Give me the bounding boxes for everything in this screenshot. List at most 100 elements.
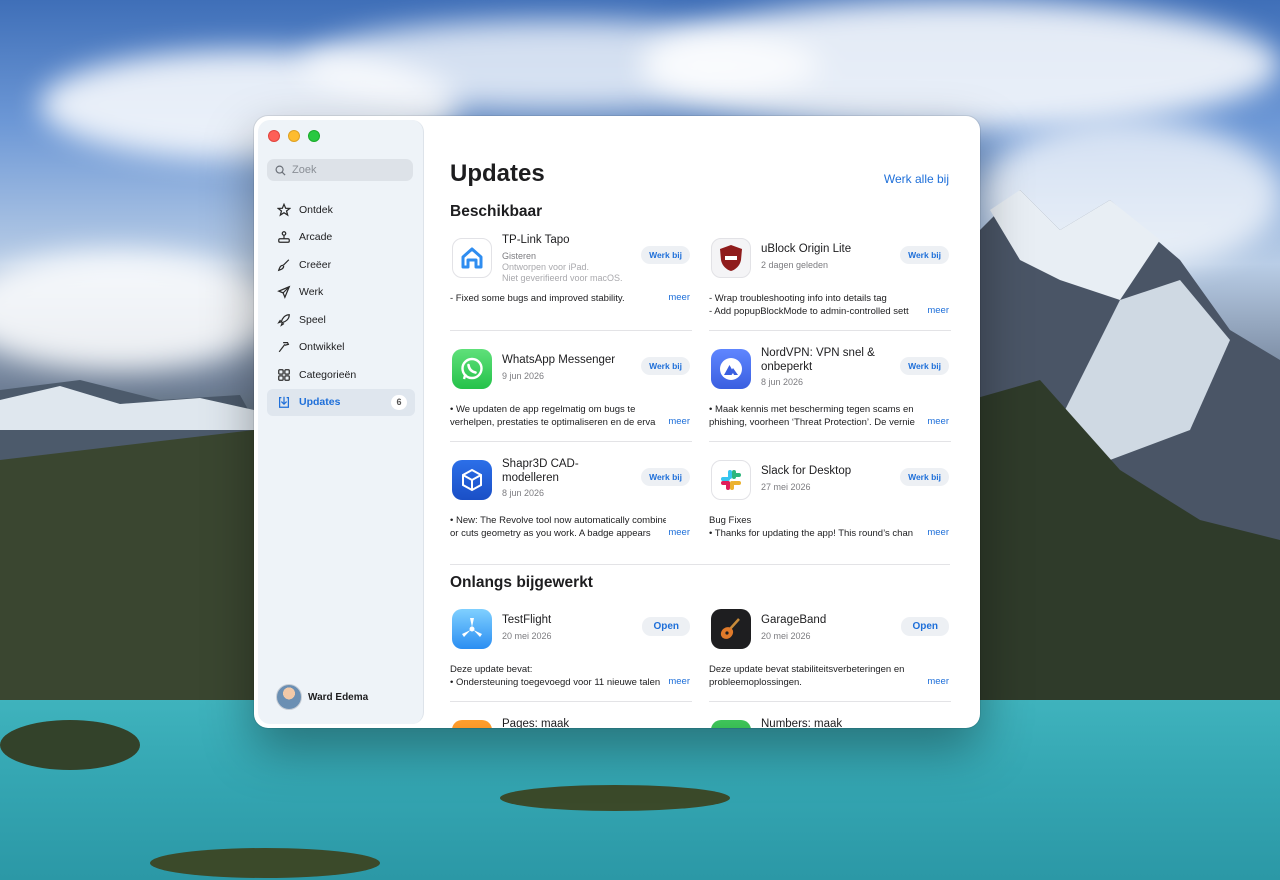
sidebar-item-label: Werk [299,286,324,299]
release-notes: • New: The Revolve tool now automaticall… [450,514,666,540]
sidebar-item-label: Creëer [299,258,332,271]
minimize-window-button[interactable] [288,130,300,142]
release-notes-line: • Thanks for updating the app! This roun… [709,528,914,539]
update-all-button[interactable]: Werk alle bij [884,172,949,186]
update-button[interactable]: Werk bij [641,357,690,375]
more-link[interactable]: meer [665,676,690,687]
section-divider [450,564,950,565]
search-input[interactable] [292,164,402,176]
release-notes: - Wrap troubleshooting info into details… [709,292,925,318]
app-name: TP-Link Tapo [502,234,570,246]
window-controls [268,130,320,142]
app-name: Slack for Desktop [761,465,852,477]
release-notes: Deze update bevat stabiliteitsverbeterin… [709,663,925,689]
app-name: TestFlight [502,614,552,626]
joystick-icon [278,231,290,244]
app-name: Shapr3D CAD-modelleren [502,458,579,484]
release-notes: • We updaten de app regelmatig om bugs t… [450,403,666,429]
app-name: Pages: maak [502,718,570,728]
sidebar-item-speel[interactable]: Speel [267,306,415,334]
main-content: Updates Werk alle bij Beschikbaar TP-Lin… [450,116,980,728]
compatibility-note: Niet geverifieerd voor macOS. [502,273,623,283]
release-notes-line: • Maak kennis met bescherming tegen scam… [709,404,914,415]
release-notes: Bug Fixes • Thanks for updating the app!… [709,514,925,540]
divider [709,701,951,702]
sidebar-item-label: Arcade [299,231,333,244]
release-notes-line: or cuts geometry as you work. A badge ap… [450,528,651,539]
numbers-app-icon [711,720,751,728]
more-link[interactable]: meer [924,305,949,316]
update-card-whatsapp: WhatsApp Messenger 9 jun 2026 Werk bij •… [450,341,692,452]
release-notes: - Fixed some bugs and improved stability… [450,292,666,305]
sidebar-item-werk[interactable]: Werk [267,279,415,307]
compatibility-note: Ontworpen voor iPad. [502,261,590,272]
testflight-app-icon [452,609,492,649]
zoom-window-button[interactable] [308,130,320,142]
release-notes-line: - Wrap troubleshooting info into details… [709,293,887,304]
update-date: 20 mei 2026 [761,630,811,641]
release-notes-line: Bug Fixes [709,515,752,526]
updates-count-badge: 6 [391,394,407,410]
section-title-recent: Onlangs bijgewerkt [450,574,593,591]
sidebar-item-ontwikkel[interactable]: Ontwikkel [267,334,415,362]
update-button[interactable]: Werk bij [641,246,690,264]
more-link[interactable]: meer [924,527,949,538]
slack-app-icon [711,460,751,500]
paperplane-icon [277,285,291,300]
release-notes-line: verhelpen, prestaties te optimaliseren e… [450,417,656,428]
search-field[interactable] [267,159,413,181]
more-link[interactable]: meer [924,416,949,427]
more-link[interactable]: meer [665,292,690,303]
garageband-guitar-icon [711,609,751,649]
release-notes-line: Deze update bevat stabiliteitsverbeterin… [709,664,905,675]
more-link[interactable]: meer [665,416,690,427]
sidebar-item-ontdek[interactable]: Ontdek [267,196,415,224]
more-link[interactable]: meer [665,527,690,538]
open-button[interactable]: Open [901,617,949,636]
search-icon [275,165,286,176]
update-date: 8 jun 2026 [502,488,545,498]
release-notes-line: • We updaten de app regelmatig om bugs t… [450,404,636,415]
update-card-slack: Slack for Desktop 27 mei 2026 Werk bij B… [709,452,951,563]
divider [450,330,692,331]
open-button[interactable]: Open [642,617,690,636]
sidebar-item-label: Speel [299,313,326,326]
sidebar-item-updates[interactable]: Updates 6 [267,388,415,416]
sidebar-item-label: Categorieën [299,368,357,381]
app-name: WhatsApp Messenger [502,354,616,366]
shapr3d-app-icon [452,460,492,500]
user-name: Ward Edema [308,691,369,703]
app-store-window: Ontdek Arcade Creëer Werk Speel Ontwikke… [254,116,980,728]
sidebar: Ontdek Arcade Creëer Werk Speel Ontwikke… [258,120,424,724]
sidebar-item-creeer[interactable]: Creëer [267,251,415,279]
update-date: Gisteren [502,250,537,261]
update-button[interactable]: Werk bij [900,357,949,375]
update-button[interactable]: Werk bij [900,246,949,264]
more-link[interactable]: meer [924,676,949,687]
whatsapp-app-icon [452,349,492,389]
close-window-button[interactable] [268,130,280,142]
update-date: 8 jun 2026 [761,377,804,387]
release-notes-line: Deze update bevat: [450,664,533,675]
avatar [276,684,302,710]
star-icon [277,202,291,217]
update-card-nordvpn: NordVPN: VPN snel & onbeperkt 8 jun 2026… [709,341,951,452]
user-account[interactable]: Ward Edema [276,684,368,710]
update-button[interactable]: Werk bij [900,468,949,486]
hammer-icon [278,342,290,353]
sidebar-item-categorieen[interactable]: Categorieën [267,361,415,389]
recent-card-testflight: TestFlight 20 mei 2026 Open Deze update … [450,601,692,712]
divider [709,441,951,442]
pages-app-icon [452,720,492,728]
update-date: 27 mei 2026 [761,481,811,492]
recent-card-pages: Pages: maak [450,712,692,728]
release-notes-line: probleemoplossingen. [709,677,802,688]
release-notes-line: • New: The Revolve tool now automaticall… [450,515,666,526]
download-icon [279,397,289,409]
grid-icon [278,368,290,381]
release-notes-line: phishing, voorheen ‘Threat Protection’. … [709,417,915,428]
release-notes-line: - Fixed some bugs and improved stability… [450,293,625,304]
release-notes-line: • Ondersteuning toegevoegd voor 11 nieuw… [450,677,661,688]
sidebar-item-arcade[interactable]: Arcade [267,224,415,252]
update-button[interactable]: Werk bij [641,468,690,486]
